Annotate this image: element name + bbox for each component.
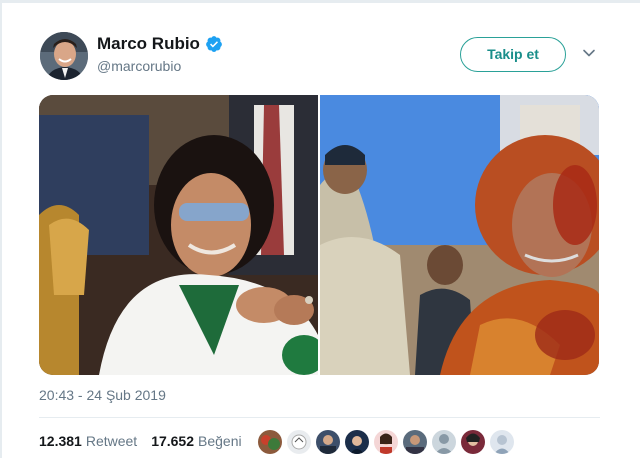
author-avatar[interactable] xyxy=(40,32,88,80)
top-border xyxy=(0,0,640,3)
media-photo-left[interactable] xyxy=(39,95,318,375)
author-handle[interactable]: @marcorubio xyxy=(97,58,223,74)
author-names: Marco Rubio @marcorubio xyxy=(97,34,223,74)
liker-avatar[interactable] xyxy=(432,430,456,454)
liker-avatar[interactable] xyxy=(403,430,427,454)
media-photo-right[interactable] xyxy=(320,95,599,375)
liker-avatar[interactable] xyxy=(490,430,514,454)
liker-avatar[interactable] xyxy=(287,430,311,454)
retweet-stat[interactable]: 12.381 Retweet xyxy=(39,433,137,449)
tweet-timestamp[interactable]: 20:43 - 24 Şub 2019 xyxy=(39,387,166,403)
author-display-name[interactable]: Marco Rubio xyxy=(97,34,200,54)
follow-button[interactable]: Takip et xyxy=(460,37,566,72)
tweet-card: Marco Rubio @marcorubio Takip et 20:43 -… xyxy=(0,0,640,458)
liker-avatar[interactable] xyxy=(258,430,282,454)
like-stat[interactable]: 17.652 Beğeni xyxy=(151,433,241,449)
verified-badge-icon xyxy=(205,35,223,53)
left-border xyxy=(0,0,2,458)
liker-avatar[interactable] xyxy=(316,430,340,454)
tweet-stats: 12.381 Retweet 17.652 Beğeni xyxy=(39,433,256,449)
like-count: 17.652 xyxy=(151,433,195,449)
liker-avatar[interactable] xyxy=(461,430,485,454)
retweet-label: Retweet xyxy=(85,433,138,449)
like-label: Beğeni xyxy=(198,433,242,449)
retweet-count: 12.381 xyxy=(39,433,82,449)
liker-avatars xyxy=(258,430,514,454)
author-display-name-row[interactable]: Marco Rubio xyxy=(97,34,223,54)
liker-avatar[interactable] xyxy=(374,430,398,454)
chevron-down-icon[interactable] xyxy=(581,45,597,61)
tweet-header: Marco Rubio @marcorubio Takip et xyxy=(40,32,610,82)
divider xyxy=(39,417,600,418)
liker-avatar[interactable] xyxy=(345,430,369,454)
tweet-media[interactable] xyxy=(39,95,599,375)
